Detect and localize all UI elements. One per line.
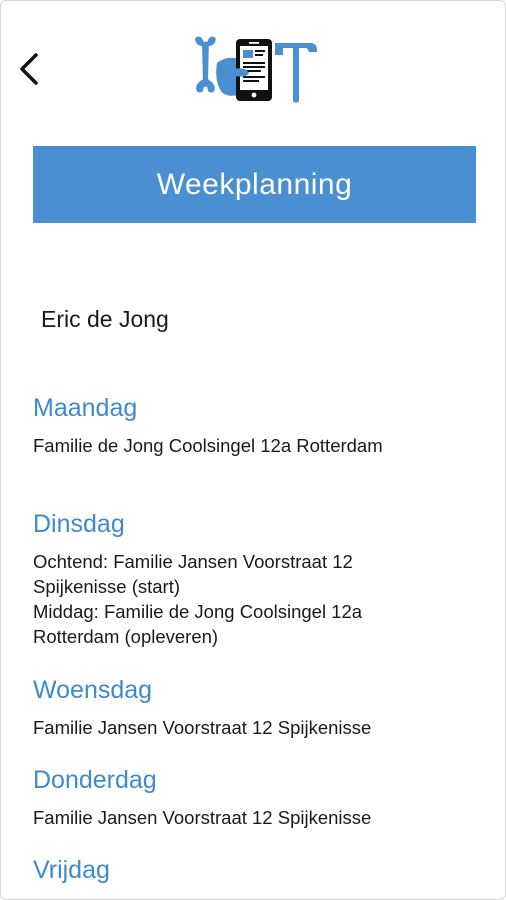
day-title: Woensdag — [33, 676, 153, 704]
day-title: Vrijdag — [33, 856, 110, 884]
day-text-line: Middag: Familie de Jong Coolsingel 12a — [33, 601, 363, 622]
chevron-left-icon — [20, 53, 38, 85]
handyman-app-logo-icon — [195, 36, 318, 103]
day-text: Familie Jansen Voorstraat 12 Spijkenisse — [33, 805, 473, 830]
day-text-line: Rotterdam (opleveren) — [33, 626, 219, 647]
app-screen: Weekplanning Eric de Jong Maandag Famili… — [0, 0, 506, 900]
back-button[interactable] — [9, 45, 49, 93]
page-title: Weekplanning — [156, 167, 353, 201]
day-text-line: Familie Jansen Voorstraat 12 Spijkenisse — [33, 717, 372, 738]
day-section-donderdag: Donderdag Familie Jansen Voorstraat 12 S… — [33, 765, 473, 830]
day-text: Ochtend: Familie Jansen Voorstraat 12 Sp… — [33, 549, 473, 649]
day-title: Donderdag — [33, 766, 157, 794]
day-text-line: Ochtend: Familie Jansen Voorstraat 12 — [33, 551, 353, 572]
page-title-bar: Weekplanning — [33, 146, 476, 223]
day-section-vrijdag: Vrijdag — [33, 855, 473, 895]
user-name: Eric de Jong — [41, 306, 169, 332]
day-section-dinsdag: Dinsdag Ochtend: Familie Jansen Voorstra… — [33, 509, 473, 649]
day-text: Familie Jansen Voorstraat 12 Spijkenisse — [33, 715, 473, 740]
day-text: Familie de Jong Coolsingel 12a Rotterdam — [33, 433, 473, 458]
day-title: Maandag — [33, 394, 138, 422]
day-text-line: Familie Jansen Voorstraat 12 Spijkenisse — [33, 807, 372, 828]
day-text-line: Familie de Jong Coolsingel 12a Rotterdam — [33, 435, 383, 456]
day-section-maandag: Maandag Familie de Jong Coolsingel 12a R… — [33, 393, 473, 458]
day-title: Dinsdag — [33, 510, 125, 538]
day-text-line: Spijkenisse (start) — [33, 576, 181, 597]
day-section-woensdag: Woensdag Familie Jansen Voorstraat 12 Sp… — [33, 675, 473, 740]
